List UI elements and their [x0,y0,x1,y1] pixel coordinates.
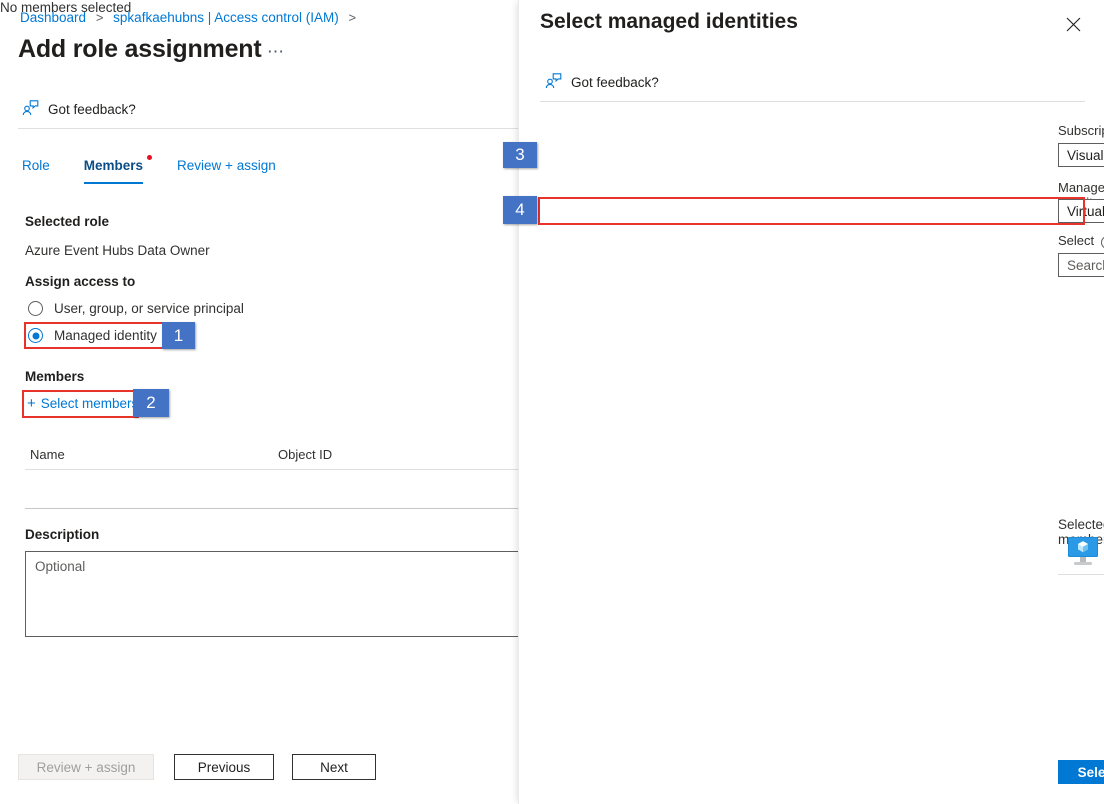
previous-button[interactable]: Previous [174,754,274,780]
select-members-label: Select members [41,396,139,411]
got-feedback-button[interactable]: Got feedback? [22,100,136,119]
review-assign-button[interactable]: Review + assign [18,754,154,780]
tab-members[interactable]: Members [84,158,143,184]
more-options-icon[interactable]: ⋯ [267,43,285,60]
table-header-object-id: Object ID [278,447,332,462]
selected-member-row: spehubkafkavm Remove [1058,533,1104,571]
got-feedback-label: Got feedback? [48,102,136,117]
select-members-button[interactable]: + Select members [27,396,138,411]
blade-select-button[interactable]: Select [1058,760,1104,784]
annotation-badge-2: 2 [133,389,169,417]
header-divider [18,128,518,129]
blade-got-feedback-label: Got feedback? [571,75,659,90]
tab-review-assign[interactable]: Review + assign [177,158,276,184]
subscription-label-text: Subscription [1058,123,1104,138]
select-label: Select [1058,233,1094,248]
blade-title: Select managed identities [540,10,798,34]
feedback-person-icon [22,100,39,119]
blade-header-divider [540,101,1085,102]
members-label: Members [25,369,84,384]
selected-member-divider [1058,574,1104,575]
radio-managed-identity-label: Managed identity [54,328,157,343]
breadcrumb-item-resource[interactable]: spkafkaehubns | Access control (IAM) [113,10,339,25]
breadcrumb-separator-2: > [349,10,357,25]
annotation-badge-3: 3 [503,142,537,168]
breadcrumb-item-dashboard[interactable]: Dashboard [20,10,86,25]
table-bottom-divider [25,508,518,509]
tab-bar: Role Members Review + assign [22,158,310,184]
tab-members-alert-dot [147,155,152,160]
selected-role-label: Selected role [25,214,109,229]
add-role-assignment-panel: Dashboard > spkafkaehubns | Access contr… [0,0,518,804]
subscription-value: Visual Studio Enterprise Subscription [1067,148,1104,163]
tab-members-label: Members [84,158,143,173]
description-textarea[interactable] [25,551,518,637]
breadcrumb: Dashboard > spkafkaehubns | Access contr… [20,10,362,25]
subscription-label: Subscription* [1058,123,1104,138]
virtual-machine-icon [1066,536,1100,567]
select-managed-identities-blade: Select managed identities Got feedback? … [518,0,1104,804]
table-header-divider [25,469,518,470]
feedback-person-icon [545,73,562,92]
plus-icon: + [27,396,36,411]
subscription-dropdown[interactable]: Visual Studio Enterprise Subscription [1058,143,1104,167]
tab-role[interactable]: Role [22,158,50,184]
table-header-name: Name [30,447,65,462]
annotation-badge-4: 4 [503,196,537,224]
search-input[interactable] [1058,253,1104,277]
managed-identity-value: Virtual machine (1) [1067,204,1104,219]
app-root: Dashboard > spkafkaehubns | Access contr… [0,0,1104,804]
assign-access-to-label: Assign access to [25,274,135,289]
next-button[interactable]: Next [292,754,376,780]
radio-circle-selected-icon [28,328,43,343]
page-title: Add role assignment [18,35,261,64]
description-label: Description [25,527,99,542]
radio-user-group-service-principal[interactable]: User, group, or service principal [28,301,244,316]
managed-identity-dropdown[interactable]: Virtual machine (1) [1058,199,1104,223]
radio-managed-identity[interactable]: Managed identity [28,328,157,343]
selected-role-value: Azure Event Hubs Data Owner [25,243,210,258]
annotation-badge-1: 1 [162,322,195,349]
breadcrumb-separator: > [96,10,104,25]
blade-got-feedback-button[interactable]: Got feedback? [545,73,659,92]
radio-circle-icon [28,301,43,316]
close-icon[interactable] [1062,13,1084,35]
radio-user-label: User, group, or service principal [54,301,244,316]
